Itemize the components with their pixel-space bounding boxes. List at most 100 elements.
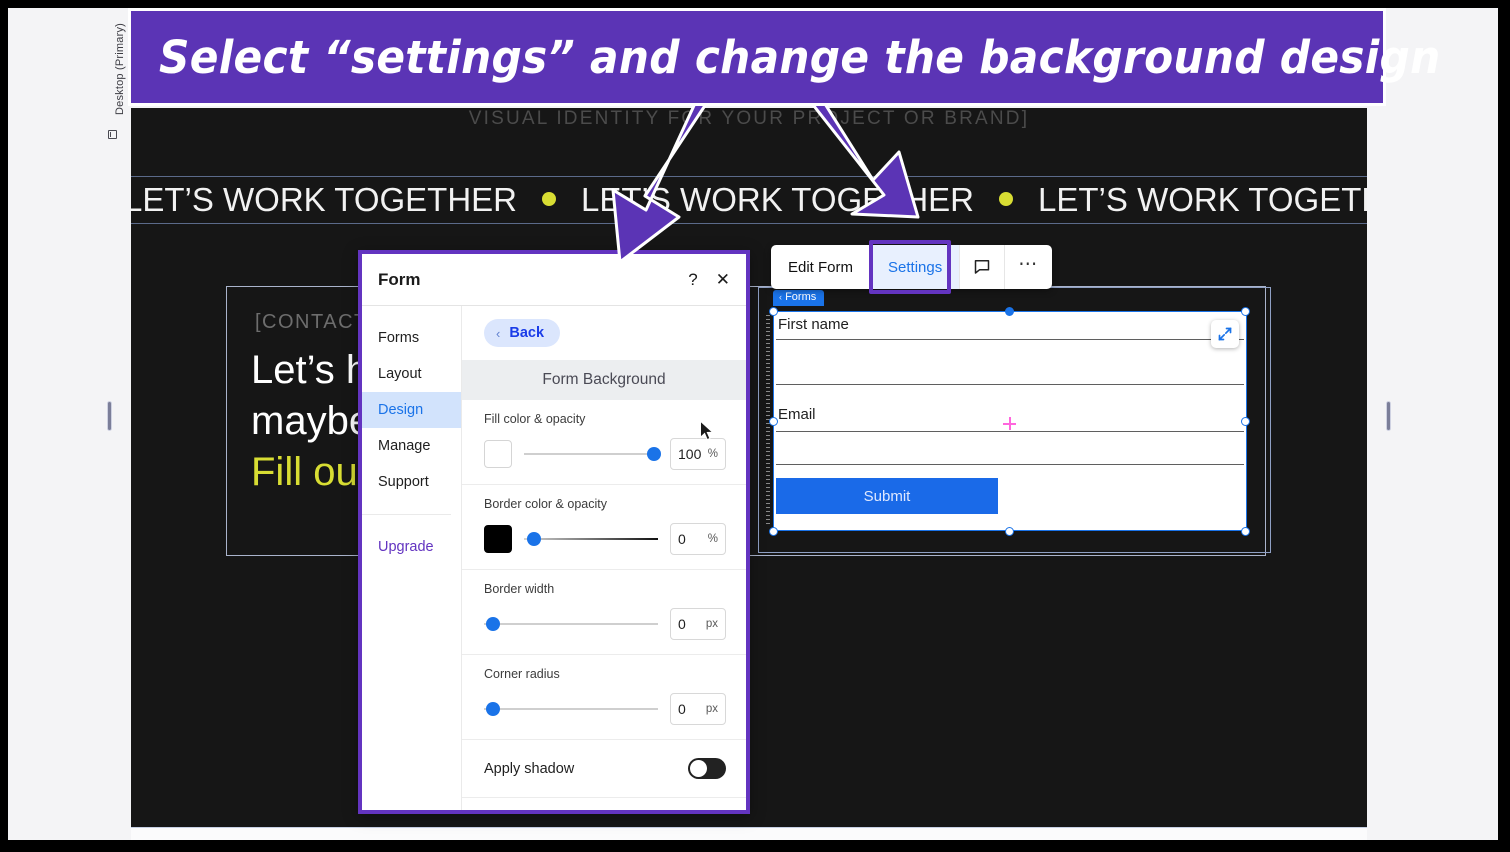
close-icon[interactable]: ✕ [716, 270, 730, 290]
value-unit: % [707, 533, 718, 545]
fill-color-swatch[interactable] [484, 440, 512, 468]
value-unit: px [705, 618, 718, 630]
email-underline [776, 431, 1244, 432]
apply-shadow-toggle[interactable] [688, 758, 726, 779]
form-toolbar[interactable]: Edit Form Settings ⋯ [771, 245, 1053, 289]
selection-handle-right[interactable] [1241, 417, 1250, 426]
control-label: Corner radius [484, 667, 560, 681]
toggle-knob [690, 760, 707, 777]
back-button[interactable]: ‹ Back [484, 319, 561, 347]
nav-item-support[interactable]: Support [362, 464, 461, 500]
email-label: Email [778, 406, 816, 423]
screenshot-root: Desktop (Primary) VISUAL IDENTITY FOR YO… [0, 0, 1510, 852]
selection-handle-top[interactable] [1005, 307, 1014, 316]
selection-handle-bl[interactable] [769, 527, 778, 536]
selection-handle-tr[interactable] [1241, 307, 1250, 316]
contact-tag: [CONTACT] [255, 311, 375, 333]
marquee-dot-icon [999, 192, 1014, 206]
value-text: 0 [678, 701, 686, 717]
tab-settings[interactable]: Settings [871, 245, 961, 289]
value-unit: px [705, 703, 718, 715]
value-text: 0 [678, 531, 686, 547]
fill-opacity-slider[interactable] [524, 445, 662, 463]
control-border-width: Border width 0 px [462, 570, 746, 655]
control-label: Border width [484, 582, 555, 596]
marquee-text: LET’S WORK TOGETHER [1038, 181, 1367, 218]
border-width-slider[interactable] [484, 615, 658, 633]
corner-radius-slider[interactable] [484, 700, 658, 718]
panel-main: ‹ Back Form Background Fill color & opac… [462, 306, 746, 810]
control-corner-radius: Corner radius 0 px [462, 655, 746, 740]
slider-knob[interactable] [485, 702, 500, 716]
comment-icon[interactable] [960, 245, 1006, 289]
fill-opacity-value: 100 % [670, 438, 726, 470]
panel-header: Form ? ✕ [362, 254, 746, 306]
frame-left [0, 0, 8, 852]
canvas-resize-handle-left[interactable] [107, 401, 112, 431]
submit-button[interactable]: Submit [776, 478, 998, 514]
center-crosshair-icon [1003, 417, 1016, 430]
panel-title: Form [378, 269, 421, 289]
field-divider [776, 464, 1244, 465]
help-icon[interactable]: ? [688, 270, 697, 290]
slider-track [484, 623, 658, 625]
marquee-strip: LET’S WORK TOGETHER LET’S WORK TOGETHER … [131, 176, 1367, 224]
mouse-cursor-icon [700, 420, 714, 441]
slider-track [484, 708, 658, 710]
selection-handle-br[interactable] [1241, 527, 1250, 536]
value-text: 100 [678, 446, 702, 462]
monitor-icon [108, 130, 117, 139]
first-name-underline [776, 339, 1244, 340]
annotation-text: Select “settings” and change the backgro… [159, 30, 1441, 84]
section-title: Form Background [462, 360, 746, 400]
more-options-icon[interactable]: ⋯ [1005, 245, 1052, 289]
border-opacity-value: 0 % [670, 523, 726, 555]
nav-divider [362, 514, 451, 515]
nav-item-forms[interactable]: Forms [362, 320, 461, 356]
back-button-label: Back [509, 325, 545, 341]
field-divider [776, 384, 1244, 385]
canvas-bottom-gutter [131, 827, 1367, 840]
slider-track [524, 538, 658, 540]
nav-item-design[interactable]: Design [362, 392, 461, 428]
site-eyebrow: VISUAL IDENTITY FOR YOUR PROJECT OR BRAN… [468, 108, 1030, 129]
nav-item-manage[interactable]: Manage [362, 428, 461, 464]
corner-radius-value: 0 px [670, 693, 726, 725]
forms-badge-label: Forms [785, 291, 817, 303]
slider-knob[interactable] [485, 617, 500, 631]
marquee-text: LET’S WORK TOGETHER [131, 181, 518, 218]
slider-knob[interactable] [647, 447, 662, 461]
apply-shadow-label: Apply shadow [484, 760, 575, 777]
frame-top [0, 0, 1510, 8]
value-text: 0 [678, 616, 686, 632]
nav-item-upgrade[interactable]: Upgrade [362, 529, 461, 565]
control-label: Border color & opacity [484, 497, 607, 511]
viewport-rail: Desktop (Primary) [100, 8, 130, 840]
selection-handle-left[interactable] [769, 417, 778, 426]
annotation-banner: Select “settings” and change the backgro… [128, 8, 1440, 106]
selection-handle-bottom[interactable] [1005, 527, 1014, 536]
chevron-left-icon: ‹ [496, 325, 501, 341]
control-apply-shadow: Apply shadow [462, 740, 746, 798]
canvas-resize-handle-right[interactable] [1386, 401, 1391, 431]
tab-edit-form[interactable]: Edit Form [771, 245, 872, 289]
value-unit: % [707, 448, 718, 460]
first-name-label: First name [778, 316, 849, 333]
border-color-swatch[interactable] [484, 525, 512, 553]
slider-track [524, 453, 658, 455]
border-opacity-slider[interactable] [524, 530, 658, 548]
form-settings-panel[interactable]: Form ? ✕ Forms Layout Design Manage Supp… [358, 250, 750, 814]
viewport-label: Desktop (Primary) [114, 22, 126, 116]
control-label: Fill color & opacity [484, 412, 586, 426]
panel-nav[interactable]: Forms Layout Design Manage Support Upgra… [362, 306, 462, 810]
nav-item-layout[interactable]: Layout [362, 356, 461, 392]
control-border-color: Border color & opacity 0 % [462, 485, 746, 570]
frame-bottom [0, 840, 1510, 852]
expand-icon[interactable] [1211, 320, 1239, 348]
selection-handle-tl[interactable] [769, 307, 778, 316]
marquee-text: LET’S WORK TOGETHER [581, 181, 975, 218]
slider-knob[interactable] [526, 532, 541, 546]
forms-badge[interactable]: ‹ Forms [773, 290, 825, 306]
border-width-value: 0 px [670, 608, 726, 640]
frame-right [1498, 0, 1510, 852]
